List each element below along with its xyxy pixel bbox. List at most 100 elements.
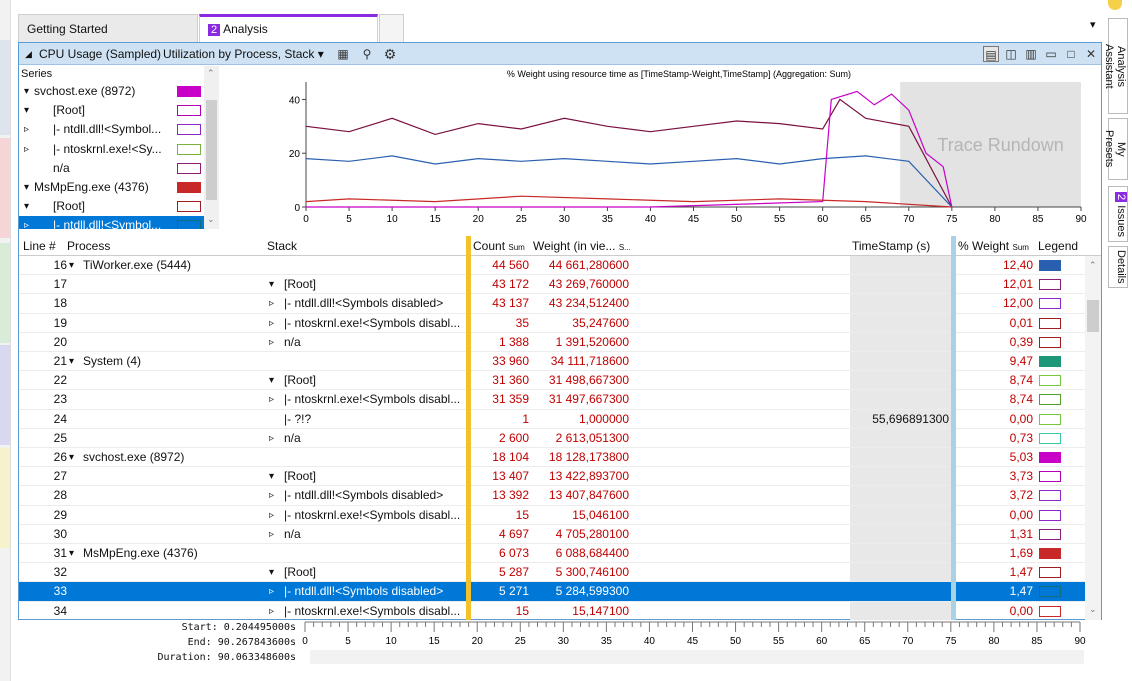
- legend-swatch[interactable]: [1039, 432, 1061, 444]
- legend-swatch[interactable]: [1039, 394, 1061, 406]
- series-color-swatch[interactable]: [177, 105, 201, 117]
- series-item[interactable]: n/a: [19, 159, 204, 178]
- table-row[interactable]: 30 ▹ n/a 4 697 4 705,280100 1,31: [19, 525, 1085, 544]
- stack-expander-icon[interactable]: ▾: [269, 275, 274, 294]
- scroll-down-icon[interactable]: ⌄: [207, 214, 215, 225]
- series-item[interactable]: ▹ |- ntoskrnl.exe!<Sy...: [19, 140, 204, 159]
- maximize-icon[interactable]: □: [1063, 46, 1079, 62]
- time-ruler[interactable]: 0 5 10 15 20 25 30 35 40 45 50 55 60 65 70 75 80 85 90: [298, 620, 1088, 650]
- process-expander-icon[interactable]: ▾: [69, 352, 74, 371]
- tab-overflow-icon[interactable]: ▾: [1090, 18, 1096, 31]
- table-row[interactable]: 26 ▾ svchost.exe (8972) 18 104 18 128,173800…: [19, 448, 1085, 468]
- table-row[interactable]: 27 ▾ [Root] 13 407 13 422,893700 3,73: [19, 467, 1085, 487]
- collapsed-icon[interactable]: ▹: [24, 216, 29, 229]
- legend-swatch[interactable]: [1039, 356, 1061, 367]
- side-tab-my-presets[interactable]: My Presets: [1103, 118, 1128, 180]
- scroll-up-icon[interactable]: ⌃: [1089, 260, 1097, 271]
- process-expander-icon[interactable]: ▾: [69, 544, 74, 563]
- column-header-pct-weight[interactable]: % Weight Sum: [958, 239, 1029, 253]
- cpu-usage-chart[interactable]: % Weight using resource time as [TimeSta…: [289, 66, 1101, 231]
- legend-swatch[interactable]: [1039, 413, 1061, 425]
- stack-expander-icon[interactable]: ▹: [269, 582, 274, 601]
- stack-expander-icon[interactable]: ▹: [269, 429, 274, 448]
- tab-analysis[interactable]: 2 Analysis: [199, 14, 378, 42]
- chart-view-icon[interactable]: ▦: [335, 46, 351, 62]
- series-item[interactable]: ▹ |- ntdll.dll!<Symbol...: [19, 216, 204, 229]
- series-color-swatch[interactable]: [177, 143, 201, 155]
- legend-swatch[interactable]: [1039, 298, 1061, 310]
- scroll-up-icon[interactable]: ⌃: [207, 68, 215, 79]
- collapse-icon[interactable]: ◢: [25, 49, 32, 60]
- series-item[interactable]: ▾ [Root]: [19, 197, 204, 216]
- expanded-icon[interactable]: ▾: [24, 82, 29, 101]
- series-color-swatch[interactable]: [177, 201, 201, 213]
- stack-expander-icon[interactable]: ▾: [269, 563, 274, 582]
- table-row[interactable]: 20 ▹ n/a 1 388 1 391,520600 0,39: [19, 333, 1085, 352]
- table-row[interactable]: 32 ▾ [Root] 5 287 5 300,746100 1,47: [19, 563, 1085, 583]
- table-row[interactable]: 25 ▹ n/a 2 600 2 613,051300 0,73: [19, 429, 1085, 448]
- graph-and-table-icon[interactable]: ▤: [983, 46, 999, 62]
- legend-swatch[interactable]: [1039, 509, 1061, 521]
- legend-swatch[interactable]: [1039, 567, 1061, 579]
- table-scrollbar[interactable]: ⌃ ⌄: [1085, 256, 1101, 620]
- series-color-swatch[interactable]: [177, 162, 201, 174]
- collapsed-icon[interactable]: ▹: [24, 120, 29, 139]
- side-tab-analysis-assistant[interactable]: Analysis Assistant: [1103, 18, 1128, 114]
- column-header-count[interactable]: Count Sum: [473, 239, 525, 253]
- legend-swatch[interactable]: [1039, 605, 1061, 617]
- process-expander-icon[interactable]: ▾: [69, 256, 74, 275]
- stack-expander-icon[interactable]: ▹: [269, 486, 274, 505]
- table-row[interactable]: 24 |- ?!? 1 1,000000 55,696891300 0,00: [19, 410, 1085, 429]
- column-header-weight[interactable]: Weight (in vie... S...: [533, 239, 631, 253]
- expanded-icon[interactable]: ▾: [24, 178, 29, 197]
- series-item[interactable]: ▾ [Root]: [19, 101, 204, 120]
- graph-only-icon[interactable]: ◫: [1003, 46, 1019, 62]
- pivot-divider-yellow[interactable]: [466, 236, 471, 620]
- scroll-down-icon[interactable]: ⌄: [1089, 604, 1097, 615]
- view-preset-dropdown[interactable]: Utilization by Process, Stack ▾: [163, 47, 324, 61]
- legend-swatch[interactable]: [1039, 452, 1061, 463]
- legend-swatch[interactable]: [1039, 490, 1061, 502]
- table-row[interactable]: 22 ▾ [Root] 31 360 31 498,667300 8,74: [19, 371, 1085, 391]
- series-color-swatch[interactable]: [177, 124, 201, 136]
- stack-expander-icon[interactable]: ▹: [269, 602, 274, 620]
- table-row[interactable]: 17 ▾ [Root] 43 172 43 269,760000 12,01: [19, 275, 1085, 295]
- process-expander-icon[interactable]: ▾: [69, 448, 74, 467]
- table-row[interactable]: 29 ▹ |- ntoskrnl.exe!<Symbols disabl... 15 1…: [19, 506, 1085, 525]
- stack-expander-icon[interactable]: ▾: [269, 467, 274, 486]
- collapsed-icon[interactable]: ▹: [24, 140, 29, 159]
- legend-swatch[interactable]: [1039, 336, 1061, 348]
- column-header-process[interactable]: Process: [67, 239, 110, 253]
- stack-expander-icon[interactable]: ▾: [269, 371, 274, 390]
- table-only-icon[interactable]: ▥: [1023, 46, 1039, 62]
- side-tab-issues[interactable]: 2 Issues: [1108, 186, 1128, 242]
- stack-expander-icon[interactable]: ▹: [269, 506, 274, 525]
- table-row[interactable]: 16 ▾ TiWorker.exe (5444) 44 560 44 661,28060…: [19, 256, 1085, 276]
- minimize-icon[interactable]: ▭: [1043, 46, 1059, 62]
- column-header-timestamp[interactable]: TimeStamp (s): [852, 239, 930, 253]
- table-row[interactable]: 18 ▹ |- ntdll.dll!<Symbols disabled> 43 137…: [19, 294, 1085, 314]
- series-item[interactable]: ▾ MsMpEng.exe (4376): [19, 178, 204, 197]
- legend-swatch[interactable]: [1039, 317, 1061, 329]
- legend-swatch[interactable]: [1039, 548, 1061, 559]
- table-row[interactable]: 19 ▹ |- ntoskrnl.exe!<Symbols disabl... 35 3…: [19, 314, 1085, 333]
- stack-expander-icon[interactable]: ▹: [269, 525, 274, 544]
- scroll-thumb[interactable]: [206, 100, 217, 200]
- table-row[interactable]: 33 ▹ |- ntdll.dll!<Symbols disabled> 5 271 5…: [19, 582, 1085, 602]
- tab-getting-started[interactable]: Getting Started: [18, 14, 198, 42]
- series-color-swatch[interactable]: [177, 182, 201, 193]
- column-header-stack[interactable]: Stack: [267, 239, 297, 253]
- legend-swatch[interactable]: [1039, 260, 1061, 271]
- tab-empty[interactable]: [379, 14, 404, 42]
- column-header-line[interactable]: Line #: [23, 239, 56, 253]
- series-scrollbar[interactable]: ⌃ ⌄: [204, 66, 219, 229]
- series-item[interactable]: ▹ |- ntdll.dll!<Symbol...: [19, 120, 204, 139]
- legend-swatch[interactable]: [1039, 375, 1061, 387]
- column-header-legend[interactable]: Legend: [1038, 239, 1078, 253]
- table-row[interactable]: 21 ▾ System (4) 33 960 34 111,718600 9,47: [19, 352, 1085, 372]
- legend-swatch[interactable]: [1039, 528, 1061, 540]
- stack-expander-icon[interactable]: ▹: [269, 390, 274, 409]
- expanded-icon[interactable]: ▾: [24, 197, 29, 216]
- table-row[interactable]: 34 ▹ |- ntoskrnl.exe!<Symbols disabl... 15 1…: [19, 602, 1085, 620]
- expanded-icon[interactable]: ▾: [24, 101, 29, 120]
